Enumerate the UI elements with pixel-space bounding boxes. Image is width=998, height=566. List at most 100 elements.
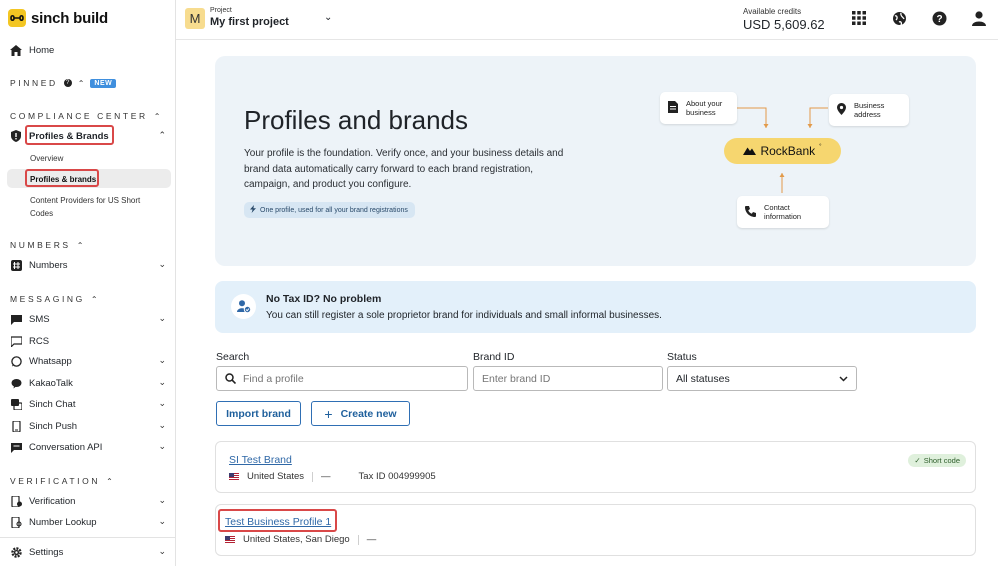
section-label: VERIFICATION [10, 476, 101, 486]
sidebar-subitem-content-providers[interactable]: Content Providers for US Short Codes [30, 194, 160, 220]
sidebar-item-number-lookup[interactable]: Number Lookup ⌄ [10, 516, 166, 528]
sinch-build-logo[interactable]: sinch build [8, 9, 108, 27]
sms-icon [10, 313, 22, 325]
card-about-business: About your business [660, 92, 737, 124]
create-new-button[interactable]: + Create new [311, 401, 410, 426]
sidebar-item-label: Verification [29, 495, 76, 507]
create-new-label: Create new [340, 407, 397, 420]
hero-panel: Profiles and brands Your profile is the … [215, 56, 976, 266]
section-label: NUMBERS [10, 240, 71, 250]
sidebar-item-whatsapp[interactable]: Whatsapp ⌄ [10, 355, 166, 367]
rockbank-text: RockBank [760, 144, 816, 158]
section-label: PINNED [10, 78, 58, 88]
project-label: Project [210, 7, 232, 14]
top-bar: M Project My first project ⌄ Available c… [176, 0, 998, 40]
chevron-up-icon: ⌃ [158, 130, 166, 140]
sidebar-item-verification[interactable]: Verification ⌄ [10, 495, 166, 507]
sidebar-divider [0, 537, 176, 538]
chevron-down-icon: ⌄ [158, 546, 166, 556]
sidebar-item-home[interactable]: Home [10, 44, 166, 56]
profile-dash: — [366, 534, 377, 545]
sidebar-item-numbers[interactable]: Numbers ⌄ [10, 259, 166, 271]
sidebar-item-kakaotalk[interactable]: KakaoTalk ⌄ [10, 377, 166, 389]
sidebar-item-label: Sinch Push [29, 420, 78, 432]
shield-icon [10, 130, 22, 142]
section-numbers[interactable]: NUMBERS ⌃ [10, 240, 83, 250]
sidebar-item-sinch-chat[interactable]: Sinch Chat ⌄ [10, 398, 166, 410]
section-verification[interactable]: VERIFICATION ⌃ [10, 476, 113, 486]
diagram-connectors [736, 107, 828, 193]
chat-icon [10, 398, 22, 410]
verification-icon [10, 495, 22, 507]
svg-text:?: ? [936, 14, 942, 25]
plus-icon: + [324, 405, 333, 422]
section-compliance-center[interactable]: COMPLIANCE CENTER ⌃ [10, 111, 160, 121]
info-banner: No Tax ID? No problem You can still regi… [215, 281, 976, 333]
sidebar-item-rcs[interactable]: RCS [10, 335, 166, 347]
chevron-down-icon: ⌄ [158, 516, 166, 526]
search-field[interactable] [216, 366, 468, 391]
project-name[interactable]: My first project [210, 16, 289, 28]
apps-grid-icon[interactable] [852, 11, 868, 27]
brand-id-field[interactable] [473, 366, 663, 391]
push-icon [10, 420, 22, 432]
search-input[interactable] [243, 372, 459, 385]
sidebar-item-label: Conversation API [29, 441, 103, 453]
highlight-box [25, 169, 99, 187]
logo-text: sinch build [31, 9, 108, 27]
status-select[interactable]: All statuses [667, 366, 857, 391]
profile-tax-id: Tax ID 004999905 [358, 471, 436, 482]
chevron-down-icon: ⌄ [158, 495, 166, 505]
profile-location: United States, San Diego [243, 534, 350, 545]
card-text: Business address [854, 101, 885, 119]
rcs-icon [10, 335, 22, 347]
chevron-up-icon: ⌃ [106, 476, 113, 486]
chevron-down-icon: ⌄ [158, 398, 166, 408]
globe-icon[interactable] [892, 11, 908, 27]
profile-name-link[interactable]: SI Test Brand [229, 454, 292, 466]
brand-id-input[interactable] [482, 372, 654, 385]
credits-value: USD 5,609.62 [743, 17, 825, 32]
brand-id-label: Brand ID [473, 351, 515, 363]
kakaotalk-icon [10, 377, 22, 389]
table-row[interactable]: SI Test Brand United States — Tax ID 004… [215, 441, 976, 493]
chevron-down-icon: ⌄ [158, 313, 166, 323]
project-chevron-down-icon[interactable]: ⌄ [324, 12, 332, 23]
sidebar-item-settings[interactable]: Settings ⌄ [10, 546, 166, 558]
section-messaging[interactable]: MESSAGING ⌃ [10, 294, 98, 304]
sidebar-item-sms[interactable]: SMS ⌄ [10, 313, 166, 325]
sidebar-item-label: Sinch Chat [29, 398, 76, 410]
section-label: COMPLIANCE CENTER [10, 111, 148, 121]
registered-mark-icon: ° [819, 144, 822, 150]
info-title: No Tax ID? No problem [266, 293, 382, 305]
sinch-logo-icon [8, 9, 26, 27]
chevron-down-icon [839, 373, 848, 385]
section-pinned[interactable]: PINNED ? ⌃ NEW [10, 78, 117, 88]
sidebar-item-conversation-api[interactable]: Conversation API ⌄ [10, 441, 166, 453]
user-account-icon[interactable] [972, 11, 988, 27]
gear-icon [10, 546, 22, 558]
sidebar-item-label: KakaoTalk [29, 377, 73, 389]
rockbank-mountain-icon [743, 144, 757, 158]
location-pin-icon [837, 103, 846, 117]
divider [312, 471, 314, 482]
sidebar-item-label: Settings [29, 546, 64, 558]
help-icon: ? [63, 79, 72, 87]
sidebar-item-sinch-push[interactable]: Sinch Push ⌄ [10, 420, 166, 432]
sidebar-item-label: Number Lookup [29, 516, 97, 528]
chevron-down-icon: ⌄ [158, 420, 166, 430]
project-avatar[interactable]: M [185, 8, 205, 29]
import-brand-button[interactable]: Import brand [216, 401, 301, 426]
sidebar-subitem-overview[interactable]: Overview [30, 152, 160, 165]
sidebar: sinch build Home PINNED ? ⌃ NEW COMPLIAN… [0, 0, 176, 566]
info-description: You can still register a sole proprietor… [266, 310, 662, 321]
highlight-box [25, 125, 114, 145]
search-label: Search [216, 351, 250, 363]
chevron-down-icon: ⌄ [158, 441, 166, 451]
profile-location: United States [247, 471, 305, 482]
sidebar-item-label: Whatsapp [29, 355, 72, 367]
chevron-down-icon: ⌄ [158, 259, 166, 269]
chevron-up-icon: ⌃ [90, 294, 98, 304]
help-icon[interactable]: ? [932, 11, 948, 27]
phone-icon [745, 205, 756, 219]
